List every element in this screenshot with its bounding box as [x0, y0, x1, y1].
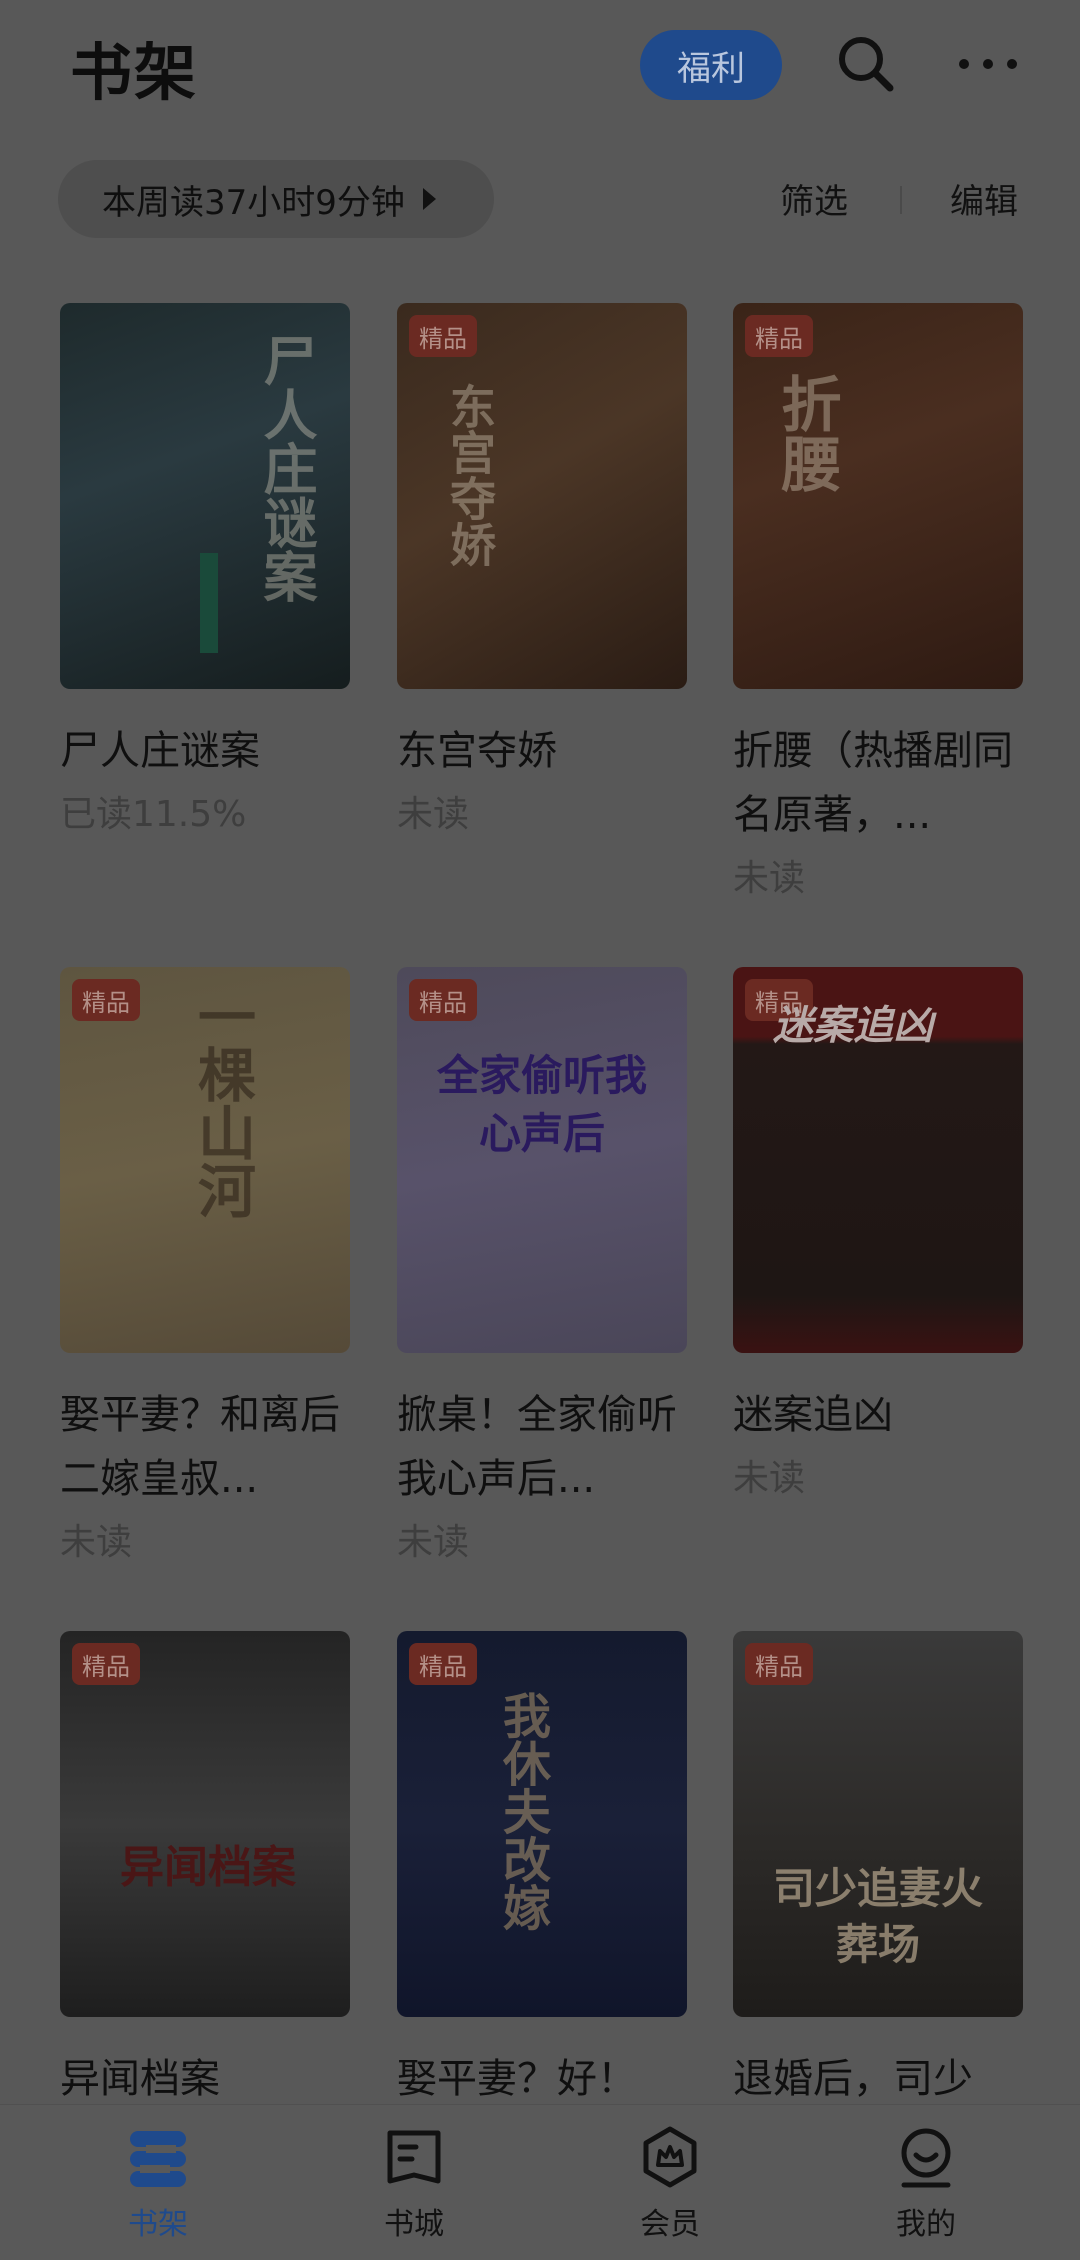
profile-icon: [901, 2128, 951, 2188]
book-title: 异闻档案: [60, 2056, 220, 2102]
book-card[interactable]: 精品 全家偷听我心声后 掀桌！全家偷听我心声后... 未读: [397, 967, 687, 1575]
cover-decoration: [200, 553, 218, 653]
book-card[interactable]: 精品 司少追妻火葬场 退婚后，司少: [733, 1631, 1023, 2111]
book-status: 未读: [397, 794, 470, 835]
book-cover[interactable]: 精品 一棵山河: [60, 967, 350, 1353]
cover-art-text: 我休夫改嫁: [494, 1691, 550, 1931]
nav-item-bookshelf[interactable]: 书架: [88, 2125, 228, 2243]
bottom-navigation: 书架 书城 会员 我的: [0, 2104, 1080, 2260]
bookshelf-icon: [130, 2131, 186, 2187]
cover-art-text: 全家偷听我心声后: [436, 1051, 647, 1158]
nav-label: 书架: [128, 2207, 188, 2242]
book-status: 未读: [733, 858, 806, 899]
nav-item-membership[interactable]: 会员: [600, 2125, 740, 2243]
premium-badge: 精品: [409, 315, 477, 357]
premium-badge: 精品: [409, 1643, 477, 1685]
nav-item-bookstore[interactable]: 书城: [344, 2125, 484, 2243]
book-card[interactable]: 精品 东宫夺娇 东宫夺娇 未读: [397, 303, 687, 847]
book-title: 折腰（热播剧同名原著，...: [733, 728, 1013, 838]
book-cover[interactable]: 尸人庄谜案: [60, 303, 350, 689]
book-card[interactable]: 精品 迷案追凶 迷案追凶 未读: [733, 967, 1023, 1511]
nav-label: 会员: [640, 2207, 700, 2242]
premium-badge: 精品: [72, 1643, 140, 1685]
book-status: 未读: [733, 1458, 806, 1499]
book-card[interactable]: 精品 一棵山河 娶平妻？和离后二嫁皇叔... 未读: [60, 967, 350, 1575]
book-status: 未读: [60, 1522, 133, 1563]
book-title: 退婚后，司少: [733, 2056, 973, 2102]
book-cover[interactable]: 精品 迷案追凶: [733, 967, 1023, 1353]
cover-art-text: 东宫夺娇: [443, 383, 497, 567]
cover-art-text: 折腰: [771, 373, 841, 493]
cover-art-text: 迷案追凶: [773, 1003, 933, 1049]
book-status: 已读11.5%: [60, 794, 247, 835]
book-status: 未读: [397, 1522, 470, 1563]
book-cover[interactable]: 精品 全家偷听我心声后: [397, 967, 687, 1353]
cover-art-text: 司少追妻火葬场: [772, 1864, 983, 1969]
book-card[interactable]: 精品 我休夫改嫁 娶平妻？好！: [397, 1631, 687, 2111]
book-cover[interactable]: 精品 我休夫改嫁: [397, 1631, 687, 2017]
premium-badge: 精品: [745, 315, 813, 357]
book-title: 东宫夺娇: [397, 728, 557, 774]
book-cover[interactable]: 精品 司少追妻火葬场: [733, 1631, 1023, 2017]
book-title: 娶平妻？和离后二嫁皇叔...: [60, 1392, 340, 1502]
book-cover[interactable]: 精品 折腰: [733, 303, 1023, 689]
book-card[interactable]: 尸人庄谜案 尸人庄谜案 已读11.5%: [60, 303, 350, 847]
book-title: 掀桌！全家偷听我心声后...: [397, 1392, 677, 1502]
premium-badge: 精品: [745, 1643, 813, 1685]
book-card[interactable]: 精品 折腰 折腰（热播剧同名原著，... 未读: [733, 303, 1023, 911]
nav-item-profile[interactable]: 我的: [856, 2125, 996, 2243]
nav-label: 我的: [896, 2207, 956, 2242]
book-grid: 尸人庄谜案 尸人庄谜案 已读11.5% 精品 东宫夺娇 东宫夺娇 未读 精品 折…: [0, 0, 1080, 2260]
book-title: 娶平妻？好！: [397, 2056, 637, 2102]
premium-badge: 精品: [72, 979, 140, 1021]
book-card[interactable]: 精品 异闻档案 异闻档案: [60, 1631, 350, 2111]
book-cover[interactable]: 精品 东宫夺娇: [397, 303, 687, 689]
book-title: 迷案追凶: [733, 1392, 893, 1438]
premium-badge: 精品: [409, 979, 477, 1021]
book-cover[interactable]: 精品 异闻档案: [60, 1631, 350, 2017]
book-title: 尸人庄谜案: [60, 728, 260, 774]
cover-art-text: 一棵山河: [188, 987, 256, 1219]
cover-art-text: 异闻档案: [120, 1842, 296, 1893]
bookstore-icon: [387, 2130, 441, 2184]
nav-label: 书城: [384, 2207, 444, 2242]
membership-icon: [643, 2126, 697, 2188]
cover-art-text: 尸人庄谜案: [254, 333, 318, 603]
